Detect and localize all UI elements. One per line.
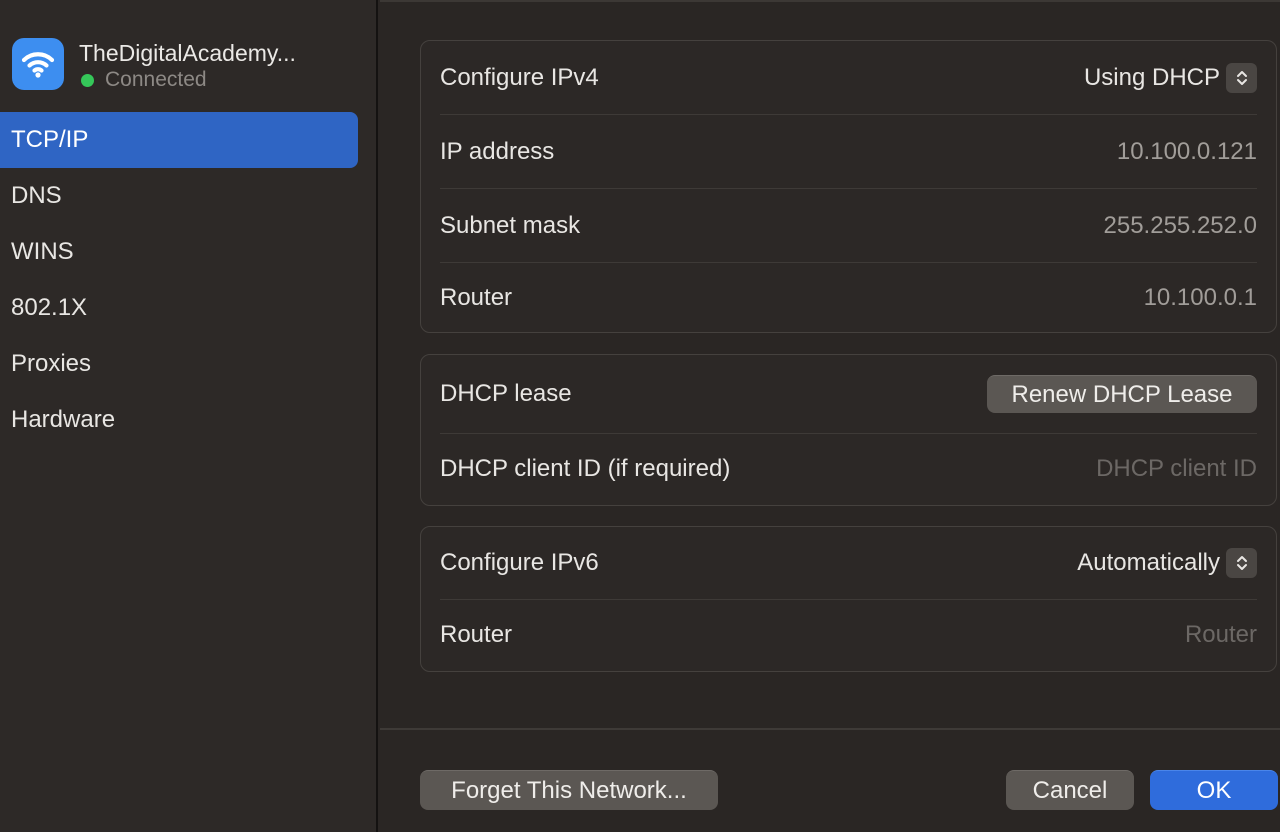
configure-ipv6-value: Automatically [1077, 549, 1220, 576]
ip-address-value: 10.100.0.121 [1116, 137, 1257, 165]
configure-ipv6-row: Configure IPv6 Automatically [440, 527, 1257, 599]
sidebar-item-802-1x[interactable]: 802.1X [0, 280, 358, 336]
sidebar-item-dns[interactable]: DNS [0, 168, 358, 224]
ip-address-label: IP address [440, 137, 555, 165]
configure-ipv6-label: Configure IPv6 [440, 549, 599, 576]
network-details-window: TheDigitalAcademy... Connected TCP/IP DN… [0, 0, 1280, 832]
dhcp-lease-row: DHCP lease Renew DHCP Lease [440, 355, 1257, 433]
router-row: Router 10.100.0.1 [440, 262, 1257, 332]
dhcp-client-id-row: DHCP client ID (if required) DHCP client… [440, 433, 1257, 504]
ipv6-router-label: Router [440, 621, 513, 648]
network-status-text: Connected [105, 68, 207, 91]
dhcp-client-id-label: DHCP client ID (if required) [440, 455, 731, 482]
subnet-mask-label: Subnet mask [440, 211, 581, 239]
configure-ipv4-popup[interactable]: Using DHCP [1083, 62, 1257, 93]
router-label: Router [440, 283, 513, 311]
sidebar-item-hardware[interactable]: Hardware [0, 392, 358, 448]
ipv6-router-row: Router Router [440, 599, 1257, 670]
sidebar-nav: TCP/IP DNS WINS 802.1X Proxies Hardware [0, 112, 358, 448]
subnet-mask-row: Subnet mask 255.255.252.0 [440, 188, 1257, 262]
network-header: TheDigitalAcademy... Connected [12, 38, 296, 92]
ok-button[interactable]: OK [1150, 770, 1278, 810]
configure-ipv4-label: Configure IPv4 [440, 63, 599, 91]
ipv4-card: Configure IPv4 Using DHCP IP address 10.… [420, 40, 1277, 333]
dhcp-client-id-input[interactable]: DHCP client ID [1096, 455, 1257, 483]
ipv6-router-input[interactable]: Router [1185, 621, 1257, 649]
top-divider [380, 0, 1280, 2]
network-name: TheDigitalAcademy... [79, 40, 296, 66]
footer-divider [380, 728, 1280, 730]
dhcp-lease-label: DHCP lease [440, 380, 572, 407]
up-down-chevron-icon [1226, 62, 1257, 93]
subnet-mask-value: 255.255.252.0 [1103, 211, 1257, 239]
ipv6-card: Configure IPv6 Automatically Router Rout… [420, 526, 1277, 672]
sidebar-item-tcp-ip[interactable]: TCP/IP [0, 112, 358, 168]
dhcp-card: DHCP lease Renew DHCP Lease DHCP client … [420, 354, 1277, 506]
sidebar: TheDigitalAcademy... Connected TCP/IP DN… [0, 0, 378, 832]
sidebar-item-wins[interactable]: WINS [0, 224, 358, 280]
ip-address-row: IP address 10.100.0.121 [440, 114, 1257, 188]
wifi-icon [12, 38, 64, 90]
cancel-button[interactable]: Cancel [1006, 770, 1134, 810]
router-value: 10.100.0.1 [1143, 283, 1257, 311]
network-info: TheDigitalAcademy... Connected [79, 39, 296, 92]
configure-ipv6-popup[interactable]: Automatically [1077, 548, 1257, 578]
renew-dhcp-lease-button[interactable]: Renew DHCP Lease [987, 375, 1257, 413]
connected-status-dot-icon [81, 73, 94, 87]
main-panel: Configure IPv4 Using DHCP IP address 10.… [380, 0, 1280, 832]
up-down-chevron-icon [1226, 548, 1257, 578]
configure-ipv4-row: Configure IPv4 Using DHCP [440, 41, 1257, 114]
network-status: Connected [79, 68, 296, 92]
configure-ipv4-value: Using DHCP [1083, 63, 1220, 91]
sidebar-item-proxies[interactable]: Proxies [0, 336, 358, 392]
forget-network-button[interactable]: Forget This Network... [420, 770, 718, 810]
